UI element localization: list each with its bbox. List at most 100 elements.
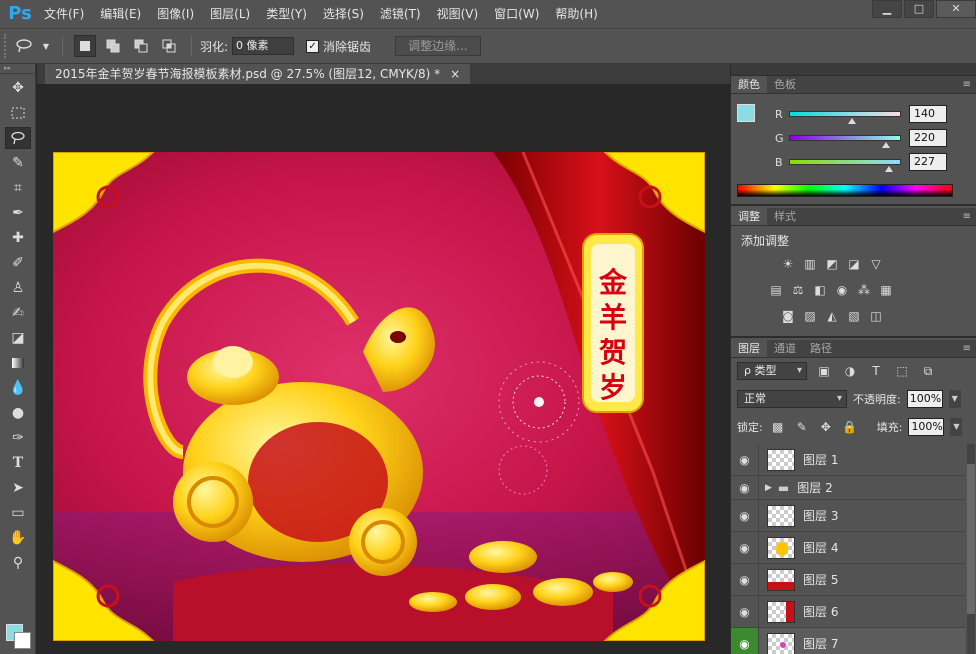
color-swatches[interactable] [4,616,32,650]
levels-icon[interactable]: ▥ [801,256,819,272]
black-white-icon[interactable]: ◧ [811,282,829,298]
filter-smart-object-icon[interactable]: ⧉ [919,363,937,379]
tab-paths[interactable]: 路径 [803,340,839,357]
lock-transparency-icon[interactable]: ▩ [769,419,787,435]
marquee-tool-icon[interactable] [5,102,31,124]
add-to-selection-icon[interactable] [102,35,124,57]
antialias-checkbox[interactable]: ✓ [306,39,320,53]
image-canvas[interactable]: 金 羊 贺 岁 [53,152,705,641]
gradient-map-icon[interactable]: ▧ [845,308,863,324]
path-selection-tool-icon[interactable]: ➤ [5,477,31,499]
lock-all-icon[interactable]: 🔒 [841,419,859,435]
color-lookup-icon[interactable]: ▦ [877,282,895,298]
visibility-eye-icon[interactable]: ◉ [731,499,759,532]
green-slider[interactable] [789,135,901,148]
document-close-icon[interactable]: × [450,64,460,84]
refine-edge-button[interactable]: 调整边缘... [395,36,481,56]
intersect-selection-icon[interactable] [158,35,180,57]
filter-type-icon[interactable]: T [867,363,885,379]
red-slider[interactable] [789,111,901,124]
posterize-icon[interactable]: ▨ [801,308,819,324]
crop-tool-icon[interactable]: ⌗ [5,177,31,199]
opacity-input[interactable]: 100% [906,390,943,408]
tab-color[interactable]: 颜色 [731,76,767,93]
threshold-icon[interactable]: ◭ [823,308,841,324]
invert-icon[interactable]: ◙ [779,308,797,324]
group-expand-icon[interactable]: ▶ [765,483,772,493]
blue-value-input[interactable]: 227 [909,153,947,171]
menu-select[interactable]: 选择(S) [315,0,372,28]
layers-scrollbar[interactable] [967,444,975,654]
background-color-swatch[interactable] [14,632,31,649]
menu-help[interactable]: 帮助(H) [547,0,605,28]
lasso-tool-preset-icon[interactable] [13,35,35,57]
preset-dropdown-icon[interactable]: ▼ [41,35,51,57]
panel-menu-icon[interactable]: ≡ [963,340,971,357]
document-tab[interactable]: 2015年金羊贺岁春节海报模板素材.psd @ 27.5% (图层12, CMY… [45,64,471,84]
visibility-eye-icon[interactable]: ◉ [731,595,759,628]
color-balance-icon[interactable]: ⚖ [789,282,807,298]
panel-dock-strip[interactable] [731,64,976,76]
panel-menu-icon[interactable]: ≡ [963,208,971,225]
layer-row[interactable]: ◉ 图层 6 [731,595,965,628]
rectangle-tool-icon[interactable]: ▭ [5,502,31,524]
color-fg-swatch[interactable] [737,104,755,122]
brightness-contrast-icon[interactable]: ☀ [779,256,797,272]
move-tool-icon[interactable]: ✥ [5,77,31,99]
channel-mixer-icon[interactable]: ⁂ [855,282,873,298]
quick-selection-tool-icon[interactable]: ✎ [5,152,31,174]
menu-image[interactable]: 图像(I) [149,0,202,28]
menu-window[interactable]: 窗口(W) [486,0,547,28]
layer-kind-filter[interactable]: ρ 类型 [737,362,807,380]
eyedropper-tool-icon[interactable]: ✒ [5,202,31,224]
fill-dropdown-icon[interactable]: ▼ [950,418,963,436]
green-value-input[interactable]: 220 [909,129,947,147]
subtract-from-selection-icon[interactable] [130,35,152,57]
tools-grip[interactable]: ▸▸ [0,64,35,74]
green-slider-thumb[interactable] [882,142,890,148]
vibrance-icon[interactable]: ▽ [867,256,885,272]
layer-group-row[interactable]: ◉ ▶ ▬ 图层 2 [731,475,965,500]
blend-mode-select[interactable]: 正常 [737,390,847,408]
blue-slider[interactable] [789,159,901,172]
panel-menu-icon[interactable]: ≡ [963,76,971,93]
layer-row[interactable]: ◉ 图层 7 [731,627,965,654]
hand-tool-icon[interactable]: ✋ [5,527,31,549]
filter-adjustment-icon[interactable]: ◑ [841,363,859,379]
layer-row[interactable]: ◉ 图层 3 [731,499,965,532]
history-brush-tool-icon[interactable]: ✍ [5,302,31,324]
visibility-eye-icon[interactable]: ◉ [731,563,759,596]
brush-tool-icon[interactable]: ✐ [5,252,31,274]
menu-layer[interactable]: 图层(L) [202,0,258,28]
blue-slider-thumb[interactable] [885,166,893,172]
tab-swatches[interactable]: 色板 [767,76,803,93]
maximize-button[interactable]: □ [904,0,934,18]
tab-styles[interactable]: 样式 [767,208,803,225]
dodge-tool-icon[interactable]: ● [5,402,31,424]
eraser-tool-icon[interactable]: ◪ [5,327,31,349]
layer-row[interactable]: ◉ 图层 4 [731,531,965,564]
feather-input[interactable]: 0 像素 [232,37,295,55]
layer-row[interactable]: ◉ 图层 1 [731,443,965,476]
clone-stamp-tool-icon[interactable]: ♙ [5,277,31,299]
tab-adjustments[interactable]: 调整 [731,208,767,225]
exposure-icon[interactable]: ◪ [845,256,863,272]
blur-tool-icon[interactable]: 💧 [5,377,31,399]
minimize-button[interactable]: ▁ [872,0,902,18]
filter-shape-icon[interactable]: ⬚ [893,363,911,379]
color-spectrum-ramp[interactable] [737,184,953,197]
tab-layers[interactable]: 图层 [731,340,767,357]
new-selection-icon[interactable] [74,35,96,57]
menu-filter[interactable]: 滤镜(T) [372,0,429,28]
options-grip[interactable] [4,34,10,58]
type-tool-icon[interactable]: T [5,452,31,474]
lock-position-icon[interactable]: ✥ [817,419,835,435]
red-slider-thumb[interactable] [848,118,856,124]
visibility-eye-icon[interactable]: ◉ [731,443,759,476]
lasso-tool-icon[interactable] [5,127,31,149]
healing-brush-tool-icon[interactable]: ✚ [5,227,31,249]
menu-file[interactable]: 文件(F) [36,0,92,28]
pen-tool-icon[interactable]: ✑ [5,427,31,449]
layer-row[interactable]: ◉ 图层 5 [731,563,965,596]
selective-color-icon[interactable]: ◫ [867,308,885,324]
